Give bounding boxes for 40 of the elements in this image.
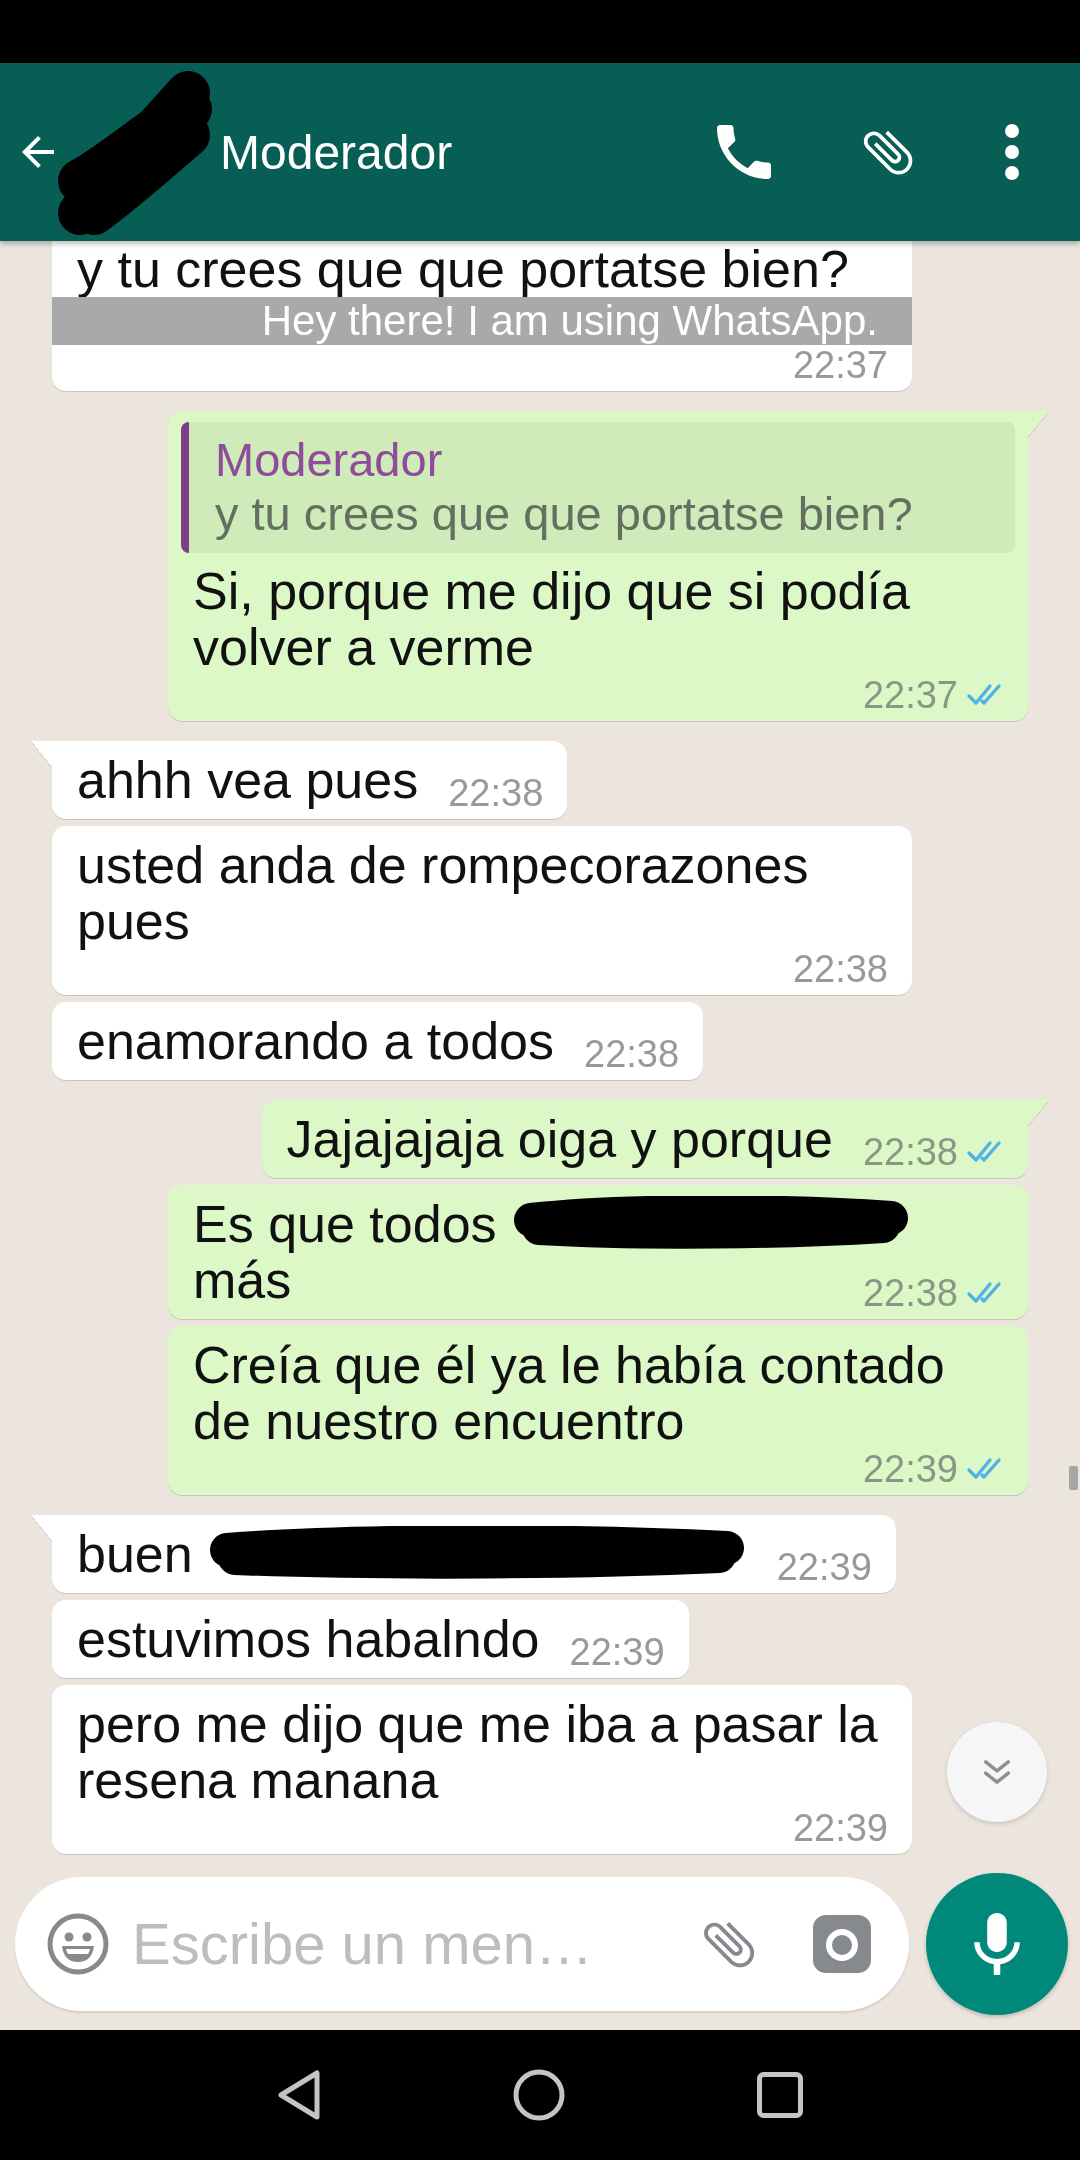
back-arrow-icon[interactable] [22,136,54,168]
message-text: y tu crees que que portatse bien? [77,241,849,297]
status-toast: Hey there! I am using WhatsApp. [52,297,912,345]
message-field[interactable]: Escribe un men… [15,1877,909,2011]
message-time: 22:39 [862,1449,958,1489]
message-input[interactable]: Escribe un men… [132,1909,678,1979]
message-time: 22:38 [448,773,544,813]
quote-author: Moderador [215,433,444,487]
message-text: más [193,1252,292,1308]
scrollbar-thumb[interactable] [1069,1466,1078,1490]
home-icon[interactable] [513,2069,565,2121]
message-time: 22:38 [792,949,888,989]
phone-icon[interactable] [717,125,771,179]
quoted-message[interactable]: Moderador y tu crees que que portatse bien? [181,422,1015,553]
back-icon[interactable] [277,2069,321,2121]
message-time: 22:37 [792,345,888,385]
message-text: enamorando a todos [77,1013,554,1069]
more-options-icon[interactable] [1005,124,1019,180]
message-text: buen [77,1526,193,1582]
message-text: Es que todos [193,1196,497,1252]
camera-icon[interactable] [813,1915,871,1973]
message-text: Creía que él ya le había contado de nuestro encuentro [193,1337,946,1449]
message-time: 22:38 [862,1132,958,1172]
message-text: ahhh vea pues [77,752,419,808]
message-time: 22:38 [584,1034,680,1074]
message-time: 22:39 [569,1632,665,1672]
quote-text: y tu crees que que portatse bien? [215,487,914,541]
emoji-icon[interactable] [47,1913,109,1975]
message-text: Si, porque me dijo que si podía volver a verme [193,563,911,675]
recents-icon[interactable] [757,2072,803,2118]
message-time: 22:38 [862,1273,958,1313]
message-text: estuvimos habalndo [77,1611,540,1667]
message-time: 22:37 [862,675,958,715]
microphone-icon [974,1913,1020,1975]
message-time: 22:39 [776,1547,872,1587]
message-text: pero me dijo que me iba a pasar la resena manana [77,1696,879,1808]
message-text: Jajajajaja oiga y porque [286,1111,833,1167]
message-time: 22:39 [792,1808,888,1848]
message-text: usted anda de rompecorazones pues [77,837,810,949]
contact-name[interactable]: Moderador [220,124,453,180]
